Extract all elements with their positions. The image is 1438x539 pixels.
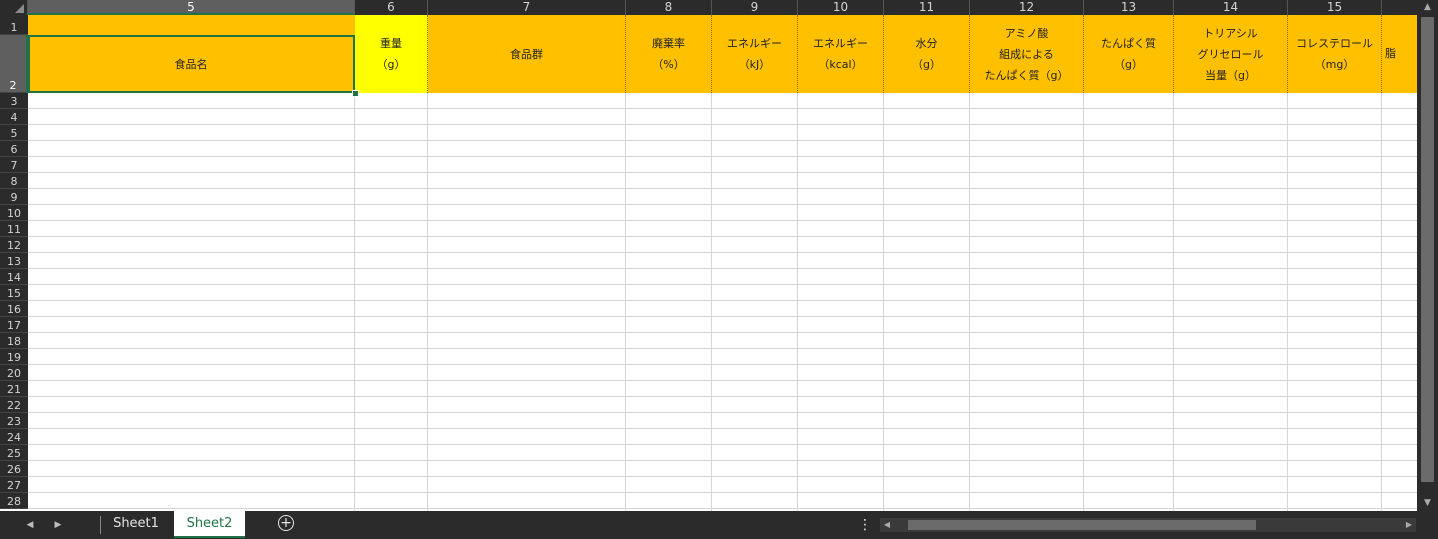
column-header-10[interactable]: 10 <box>798 0 884 15</box>
row-header-12[interactable]: 12 <box>0 237 28 253</box>
header-cell-amino-acid-protein[interactable]: アミノ酸 組成による たんぱく質（g） <box>970 15 1084 93</box>
gridline <box>28 444 1417 445</box>
gridline <box>28 364 1417 365</box>
gridline <box>28 316 1417 317</box>
row-header-27[interactable]: 27 <box>0 477 28 493</box>
gridline <box>28 396 1417 397</box>
header-cell-energy-kj[interactable]: エネルギー （kJ） <box>712 15 798 93</box>
gridline <box>28 140 1417 141</box>
vertical-scroll-thumb[interactable] <box>1421 17 1434 482</box>
gridline <box>28 428 1417 429</box>
header-cell-energy-kcal[interactable]: エネルギー （kcal） <box>798 15 884 93</box>
row-header-20[interactable]: 20 <box>0 365 28 381</box>
column-header-11[interactable]: 11 <box>884 0 970 15</box>
select-all-triangle-icon <box>15 4 24 13</box>
row-header-18[interactable]: 18 <box>0 333 28 349</box>
row-header-4[interactable]: 4 <box>0 109 28 125</box>
gridline <box>28 204 1417 205</box>
tab-separator <box>100 516 101 534</box>
row-header-17[interactable]: 17 <box>0 317 28 333</box>
gridline <box>28 268 1417 269</box>
header-cell-partial-column-16[interactable]: 脂 <box>1382 15 1417 93</box>
row-header-19[interactable]: 19 <box>0 349 28 365</box>
tab-scroll-right-icon[interactable]: ▶ <box>49 517 67 533</box>
row-header-28[interactable]: 28 <box>0 493 28 509</box>
row-header-9[interactable]: 9 <box>0 189 28 205</box>
header-cell-weight[interactable]: 重量 （g） <box>355 15 428 93</box>
gridline <box>28 172 1417 173</box>
row-header-14[interactable]: 14 <box>0 269 28 285</box>
column-header-7[interactable]: 7 <box>428 0 626 15</box>
column-header-6[interactable]: 6 <box>355 0 428 15</box>
row-header-8[interactable]: 8 <box>0 173 28 189</box>
gridline <box>28 460 1417 461</box>
row-header-3[interactable]: 3 <box>0 93 28 109</box>
header-cell-food-group[interactable]: 食品群 <box>428 15 626 93</box>
header-cell-cholesterol[interactable]: コレステロール （mg） <box>1288 15 1382 93</box>
scroll-up-icon[interactable]: ▲ <box>1417 0 1438 15</box>
scroll-down-icon[interactable]: ▼ <box>1417 496 1438 511</box>
header-cell-refuse-rate[interactable]: 廃棄率 （%） <box>626 15 712 93</box>
scroll-left-icon[interactable]: ◀ <box>880 518 894 532</box>
header-cell-protein[interactable]: たんぱく質 （g） <box>1084 15 1174 93</box>
scroll-right-icon[interactable]: ▶ <box>1402 518 1416 532</box>
worksheet-grid[interactable]: 5 6 7 8 9 10 11 12 13 14 15 1 2 3 4 5 6 … <box>0 0 1417 511</box>
column-header-16[interactable] <box>1382 0 1417 15</box>
select-all-corner[interactable] <box>0 0 28 15</box>
row-header-6[interactable]: 6 <box>0 141 28 157</box>
row-header-24[interactable]: 24 <box>0 429 28 445</box>
row-header-26[interactable]: 26 <box>0 461 28 477</box>
gridline <box>28 284 1417 285</box>
row-header-15[interactable]: 15 <box>0 285 28 301</box>
more-options-icon[interactable]: ⋮ <box>858 516 872 534</box>
gridline <box>28 508 1417 509</box>
gridline <box>28 492 1417 493</box>
row-header-25[interactable]: 25 <box>0 445 28 461</box>
active-cell-selection <box>28 35 355 93</box>
row-header-5[interactable]: 5 <box>0 125 28 141</box>
gridline <box>28 156 1417 157</box>
row-header-11[interactable]: 11 <box>0 221 28 237</box>
fill-handle[interactable] <box>352 90 359 97</box>
vertical-scrollbar[interactable]: ▲ ▼ <box>1417 0 1438 511</box>
tab-scroll-left-icon[interactable]: ◀ <box>21 517 39 533</box>
gridline <box>28 380 1417 381</box>
gridline <box>28 236 1417 237</box>
gridline <box>28 332 1417 333</box>
gridline <box>28 124 1417 125</box>
gridline <box>28 412 1417 413</box>
column-header-14[interactable]: 14 <box>1174 0 1288 15</box>
gridline <box>28 476 1417 477</box>
gridline <box>28 300 1417 301</box>
row-header-7[interactable]: 7 <box>0 157 28 173</box>
column-header-5[interactable]: 5 <box>28 0 355 15</box>
column-header-8[interactable]: 8 <box>626 0 712 15</box>
row-header-22[interactable]: 22 <box>0 397 28 413</box>
column-header-15[interactable]: 15 <box>1288 0 1382 15</box>
gridline <box>28 252 1417 253</box>
column-header-9[interactable]: 9 <box>712 0 798 15</box>
sheet-tab-bar: ◀ ▶ Sheet1 Sheet2 + ⋮ ◀ ▶ <box>0 511 1438 539</box>
row-header-16[interactable]: 16 <box>0 301 28 317</box>
row-header-2[interactable]: 2 <box>0 35 28 93</box>
sheet-tab-sheet2[interactable]: Sheet2 <box>174 511 245 538</box>
row-header-23[interactable]: 23 <box>0 413 28 429</box>
gridline <box>28 348 1417 349</box>
column-header-13[interactable]: 13 <box>1084 0 1174 15</box>
header-cell-water[interactable]: 水分 （g） <box>884 15 970 93</box>
sheet-tab-sheet1[interactable]: Sheet1 <box>104 511 168 536</box>
row-header-21[interactable]: 21 <box>0 381 28 397</box>
gridline <box>28 188 1417 189</box>
header-cell-triacylglycerol[interactable]: トリアシル グリセロール 当量（g） <box>1174 15 1288 93</box>
column-header-12[interactable]: 12 <box>970 0 1084 15</box>
horizontal-scrollbar[interactable]: ◀ ▶ <box>880 518 1416 532</box>
gridline <box>28 108 1417 109</box>
row-header-10[interactable]: 10 <box>0 205 28 221</box>
row-header-1[interactable]: 1 <box>0 15 28 35</box>
row-header-13[interactable]: 13 <box>0 253 28 269</box>
cell-row1-col5[interactable] <box>28 15 355 35</box>
horizontal-scroll-thumb[interactable] <box>908 520 1256 530</box>
gridline <box>28 220 1417 221</box>
add-sheet-icon[interactable]: + <box>278 515 294 531</box>
